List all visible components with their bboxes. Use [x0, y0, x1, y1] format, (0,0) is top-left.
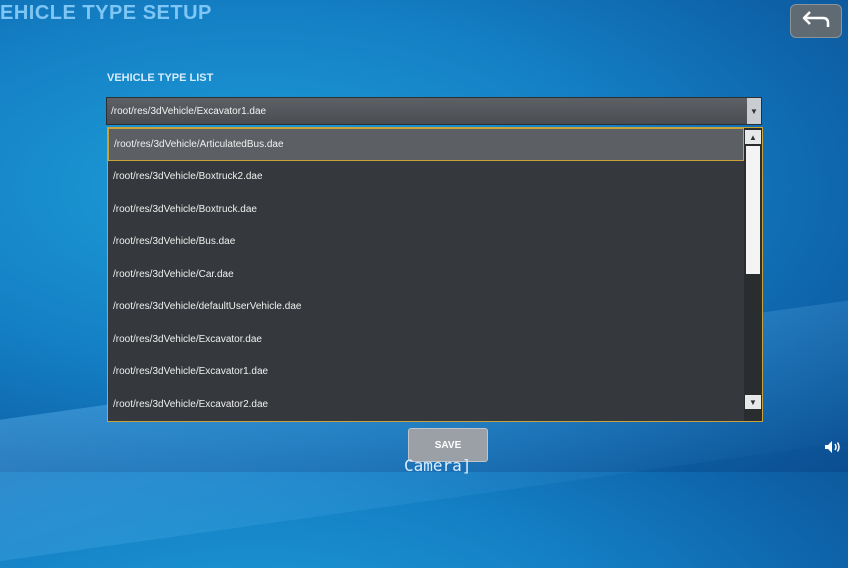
camera-label: Camera] [404, 456, 472, 475]
triangle-down-icon[interactable]: ▼ [745, 395, 761, 409]
list-item[interactable]: /root/res/3dVehicle/Excavator1.dae [108, 356, 744, 389]
scroll-thumb[interactable] [746, 146, 760, 274]
list-item[interactable]: /root/res/3dVehicle/Excavator2.dae [108, 388, 744, 421]
dropdown-selected-value: /root/res/3dVehicle/Excavator1.dae [111, 105, 267, 117]
list-item[interactable]: /root/res/3dVehicle/Boxtruck2.dae [108, 161, 744, 194]
vehicle-type-listbox[interactable]: /root/res/3dVehicle/ArticulatedBus.dae/r… [107, 127, 763, 422]
list-item[interactable]: /root/res/3dVehicle/Car.dae [108, 258, 744, 291]
speaker-icon[interactable] [824, 440, 842, 459]
vehicle-type-dropdown[interactable]: /root/res/3dVehicle/Excavator1.dae ▼ [106, 97, 762, 125]
triangle-up-icon[interactable]: ▲ [745, 130, 761, 144]
list-items: /root/res/3dVehicle/ArticulatedBus.dae/r… [108, 128, 744, 421]
list-item[interactable]: /root/res/3dVehicle/Boxtruck.dae [108, 193, 744, 226]
triangle-down-icon[interactable]: ▼ [747, 98, 761, 124]
list-item[interactable]: /root/res/3dVehicle/Bus.dae [108, 226, 744, 259]
back-arrow-icon [801, 9, 831, 34]
list-item[interactable]: /root/res/3dVehicle/ArticulatedBus.dae [108, 128, 744, 161]
back-button[interactable] [790, 4, 842, 38]
list-item[interactable]: /root/res/3dVehicle/Excavator.dae [108, 323, 744, 356]
vehicle-type-list-label: VEHICLE TYPE LIST [107, 72, 214, 84]
scrollbar[interactable]: ▲ ▼ [744, 128, 762, 421]
list-item[interactable]: /root/res/3dVehicle/defaultUserVehicle.d… [108, 291, 744, 324]
page-title: EHICLE TYPE SETUP [0, 2, 212, 24]
